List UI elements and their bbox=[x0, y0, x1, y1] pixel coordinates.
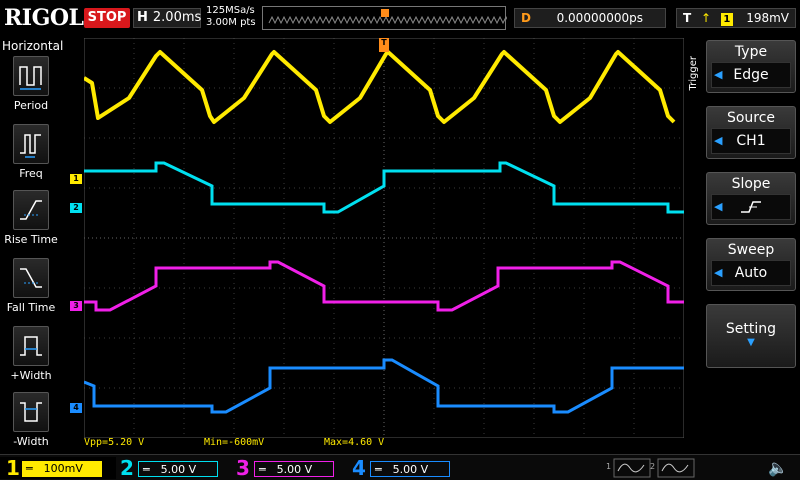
fall-time-icon bbox=[13, 258, 49, 298]
type-head: Type bbox=[734, 44, 768, 60]
top-bar: RIGOL STOP H 2.00ms 125MSa/s 3.00M pts D … bbox=[0, 0, 800, 36]
source-head: Source bbox=[726, 110, 776, 126]
measure-neg-width[interactable]: -Width bbox=[0, 392, 62, 448]
ch1-offset-marker[interactable]: 1 bbox=[70, 174, 82, 184]
ch4-status[interactable]: 4 ═ 5.00 V bbox=[350, 457, 466, 479]
freq-icon bbox=[13, 124, 49, 164]
trigger-position-marker[interactable]: T bbox=[379, 38, 389, 52]
setting-head: Setting bbox=[725, 321, 777, 337]
menu-slope[interactable]: Slope ◀ bbox=[706, 172, 796, 225]
menu-type[interactable]: Type ◀ Edge bbox=[706, 40, 796, 93]
rise-time-icon bbox=[13, 190, 49, 230]
ch3-offset-marker[interactable]: 3 bbox=[70, 301, 82, 311]
panel-title: Horizontal bbox=[2, 39, 64, 53]
sweep-value: Auto bbox=[734, 265, 768, 281]
ch4-scale: ═ 5.00 V bbox=[370, 461, 450, 477]
brand-logo: RIGOL bbox=[4, 5, 84, 31]
memory-waveform-preview bbox=[268, 9, 522, 25]
rising-edge-icon: ↑ bbox=[701, 11, 712, 25]
svg-text:2: 2 bbox=[650, 462, 655, 471]
trigger-source-badge: 1 bbox=[720, 13, 733, 26]
measure-pos-width[interactable]: +Width bbox=[0, 326, 62, 382]
source-value: CH1 bbox=[736, 133, 766, 149]
menu-sweep[interactable]: Sweep ◀ Auto bbox=[706, 238, 796, 291]
type-value: Edge bbox=[733, 67, 769, 83]
trigger-level: 198mV bbox=[746, 11, 789, 25]
svg-text:1: 1 bbox=[606, 462, 611, 471]
select-arrow-icon: ◀ bbox=[714, 68, 723, 81]
select-arrow-icon: ◀ bbox=[714, 266, 723, 279]
ch2-status[interactable]: 2 ═ 5.00 V bbox=[118, 457, 234, 479]
menu-side-label: Trigger bbox=[688, 56, 699, 91]
measure-period[interactable]: Period bbox=[0, 56, 62, 112]
delay-box[interactable]: D 0.00000000ps bbox=[514, 8, 666, 28]
select-arrow-icon: ◀ bbox=[714, 200, 723, 213]
timebase-box[interactable]: H 2.00ms bbox=[133, 8, 201, 28]
period-icon bbox=[13, 56, 49, 96]
slope-head: Slope bbox=[731, 176, 771, 192]
horizontal-measure-panel: Horizontal Period Freq Rise Time Fall Ti… bbox=[0, 36, 64, 454]
measure-rise-time[interactable]: Rise Time bbox=[0, 190, 62, 246]
channel-bar: 1 ═ 100mV 2 ═ 5.00 V 3 ═ 5.00 V 4 ═ 5.00… bbox=[0, 454, 800, 480]
ch1-status[interactable]: 1 ═ 100mV bbox=[0, 457, 116, 479]
ch4-number: 4 bbox=[352, 456, 366, 480]
ch3-scale: ═ 5.00 V bbox=[254, 461, 334, 477]
source-generators[interactable]: 1 2 bbox=[604, 457, 704, 479]
ch1-scale: ═ 100mV bbox=[22, 461, 102, 477]
select-arrow-icon: ◀ bbox=[714, 134, 723, 147]
sample-rate: 125MSa/s bbox=[206, 5, 255, 16]
ch2-number: 2 bbox=[120, 456, 134, 480]
trigger-box[interactable]: T ↑ 1 198mV bbox=[676, 8, 796, 28]
ch3-status[interactable]: 3 ═ 5.00 V bbox=[234, 457, 350, 479]
memory-overview bbox=[262, 6, 522, 30]
waveform-generator-icon: 1 2 bbox=[606, 458, 695, 478]
sound-icon[interactable]: 🔈 bbox=[760, 457, 796, 479]
pos-width-icon bbox=[13, 326, 49, 366]
acquisition-info: 125MSa/s 3.00M pts bbox=[206, 5, 256, 29]
delay-label: D bbox=[521, 11, 531, 25]
timebase-label: H bbox=[137, 10, 148, 25]
ch1-number: 1 bbox=[6, 456, 20, 480]
menu-source[interactable]: Source ◀ CH1 bbox=[706, 106, 796, 159]
menu-setting[interactable]: Setting ▼ bbox=[706, 304, 796, 368]
rising-edge-icon bbox=[741, 201, 761, 213]
waveform-display[interactable] bbox=[84, 38, 684, 438]
delay-value: 0.00000000ps bbox=[556, 11, 643, 25]
measure-min: Min=-600mV bbox=[204, 437, 265, 448]
ch2-scale: ═ 5.00 V bbox=[138, 461, 218, 477]
memory-trigger-marker bbox=[381, 9, 389, 17]
ch2-offset-marker[interactable]: 2 bbox=[70, 203, 82, 213]
timebase-value: 2.00ms bbox=[152, 10, 202, 25]
measure-max: Max=4.60 V bbox=[324, 437, 385, 448]
run-stop-status[interactable]: STOP bbox=[84, 8, 130, 28]
measure-vpp: Vpp=5.20 V bbox=[84, 437, 145, 448]
measure-freq[interactable]: Freq bbox=[0, 124, 62, 180]
trigger-label: T bbox=[683, 11, 692, 25]
sweep-head: Sweep bbox=[727, 242, 775, 258]
ch3-number: 3 bbox=[236, 456, 250, 480]
waveform-grid bbox=[84, 38, 684, 438]
ch4-offset-marker[interactable]: 4 bbox=[70, 403, 82, 413]
memory-depth: 3.00M pts bbox=[206, 17, 256, 28]
submenu-arrow-icon: ▼ bbox=[747, 337, 755, 348]
measure-fall-time[interactable]: Fall Time bbox=[0, 258, 62, 314]
neg-width-icon bbox=[13, 392, 49, 432]
